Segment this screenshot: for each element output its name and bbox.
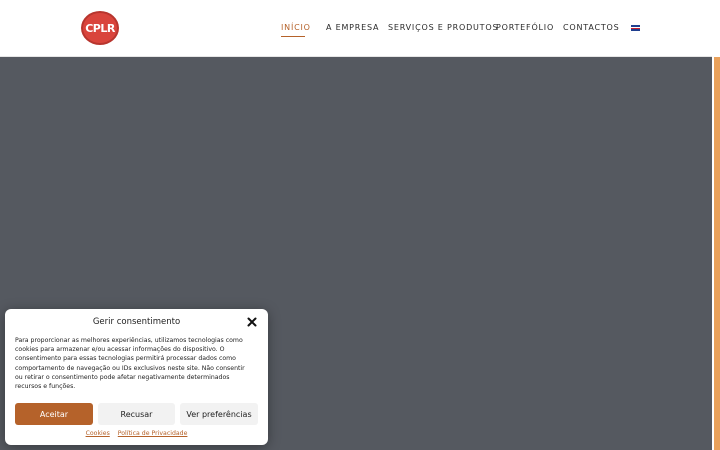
uk-flag-icon[interactable]: [631, 25, 640, 31]
deny-button[interactable]: Recusar: [98, 403, 175, 425]
site-header: CPLR INÍCIO A EMPRESA SERVIÇOS E PRODUTO…: [0, 0, 712, 57]
privacy-policy-link[interactable]: Política de Privacidade: [118, 430, 188, 437]
nav-item-a-empresa[interactable]: A EMPRESA: [326, 23, 379, 32]
nav-item-contactos[interactable]: CONTACTOS: [563, 23, 620, 32]
accept-button[interactable]: Aceitar: [15, 403, 93, 425]
nav-item-portefolio[interactable]: PORTEFÓLIO: [496, 23, 554, 32]
consent-title: Gerir consentimento: [92, 317, 181, 327]
close-icon-glyph: [247, 317, 257, 327]
cookies-link[interactable]: Cookies: [86, 430, 110, 437]
consent-links: Cookies Política de Privacidade: [5, 430, 268, 437]
cookie-consent-dialog: Gerir consentimento Para proporcionar as…: [5, 309, 268, 445]
nav-item-inicio[interactable]: INÍCIO: [281, 23, 311, 32]
nav-active-underline: [281, 36, 305, 37]
close-icon[interactable]: [246, 316, 258, 328]
main-nav: INÍCIO A EMPRESA SERVIÇOS E PRODUTOS POR…: [0, 0, 712, 56]
consent-description: Para proporcionar as melhores experiênci…: [15, 337, 245, 391]
page-edge-strip: [712, 57, 720, 450]
nav-item-servicos-e-produtos[interactable]: SERVIÇOS E PRODUTOS: [388, 23, 498, 32]
view-preferences-button[interactable]: Ver preferências: [180, 403, 258, 425]
